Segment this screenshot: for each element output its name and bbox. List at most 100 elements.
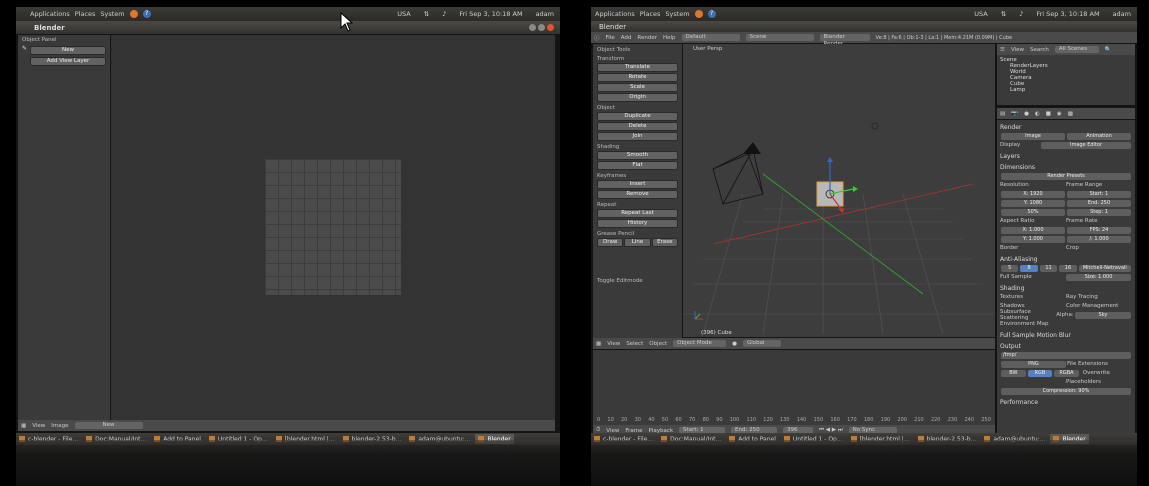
- editor-type-icon[interactable]: ▦: [21, 423, 26, 429]
- draw-button[interactable]: Draw: [597, 238, 624, 247]
- history-button[interactable]: History: [597, 219, 678, 228]
- output-section[interactable]: Output: [1000, 343, 1132, 350]
- toggle-editmode-label[interactable]: Toggle Editmode: [597, 278, 678, 284]
- help-icon[interactable]: ?: [142, 10, 151, 18]
- aa-sample-8[interactable]: 8: [1020, 264, 1038, 272]
- textures-checkbox[interactable]: Textures: [1000, 294, 1066, 300]
- texture-context-icon[interactable]: ▩: [1068, 111, 1073, 117]
- firefox-icon[interactable]: [694, 10, 703, 18]
- image-menu[interactable]: Image: [51, 423, 68, 429]
- help-menu[interactable]: Help: [663, 35, 676, 41]
- maximize-icon[interactable]: [538, 24, 545, 31]
- render-presets-selector[interactable]: Render Presets: [1001, 172, 1131, 180]
- user-menu[interactable]: adam: [1113, 10, 1131, 18]
- aa-sample-11[interactable]: 11: [1039, 264, 1058, 272]
- resolution-y-field[interactable]: Y: 1080: [1001, 199, 1065, 207]
- antialiasing-section[interactable]: Anti-Aliasing: [1000, 256, 1132, 263]
- info-editor-icon[interactable]: ⓘ: [594, 34, 600, 42]
- file-format-selector[interactable]: PNG: [1001, 360, 1066, 368]
- render-context-icon[interactable]: 📷: [1011, 111, 1018, 117]
- render-image-button[interactable]: Image: [1001, 132, 1065, 140]
- volume-icon[interactable]: ♪: [1019, 10, 1023, 18]
- scene-selector[interactable]: Scene: [745, 34, 814, 41]
- render-engine-selector[interactable]: Blender Render: [819, 34, 870, 47]
- add-menu[interactable]: Add: [621, 35, 632, 41]
- color-management-checkbox[interactable]: Color Management: [1066, 303, 1132, 309]
- user-menu[interactable]: adam: [536, 10, 554, 18]
- placeholders-checkbox[interactable]: Placeholders: [1066, 379, 1132, 385]
- pencil-icon[interactable]: ✎: [22, 45, 30, 56]
- scene-context-icon[interactable]: ●: [1024, 111, 1029, 117]
- object-menu[interactable]: Object: [649, 341, 667, 347]
- display-selector[interactable]: Image Editor: [1041, 141, 1131, 149]
- shading-mode-icon[interactable]: ●: [732, 341, 737, 347]
- performance-section[interactable]: Performance: [1000, 399, 1132, 406]
- view-menu[interactable]: View: [1011, 47, 1024, 53]
- world-context-icon[interactable]: ◐: [1035, 111, 1040, 117]
- frame-start-field[interactable]: Start: 1: [1067, 190, 1131, 198]
- minimize-icon[interactable]: [529, 24, 536, 31]
- rgba-button[interactable]: RGBA: [1054, 369, 1079, 377]
- help-icon[interactable]: ?: [707, 10, 716, 18]
- close-icon[interactable]: [547, 24, 554, 31]
- select-menu[interactable]: Select: [626, 341, 643, 347]
- view-menu[interactable]: View: [607, 341, 620, 347]
- search-icon[interactable]: 🔍: [1105, 47, 1112, 53]
- bw-button[interactable]: BW: [1001, 369, 1026, 377]
- window-titlebar[interactable]: Blender: [16, 21, 560, 34]
- view3d-editor-icon[interactable]: ▦: [596, 341, 601, 347]
- file-extensions-checkbox[interactable]: File Extensions: [1067, 361, 1132, 367]
- aa-filter-selector[interactable]: Mitchell-Netravali: [1078, 264, 1131, 272]
- object-tools-header[interactable]: Object Tools: [597, 47, 678, 53]
- fps-base-field[interactable]: /: 1.000: [1067, 235, 1131, 243]
- network-icon[interactable]: ⇅: [424, 10, 429, 18]
- smooth-button[interactable]: Smooth: [597, 151, 678, 160]
- orientation-selector[interactable]: Global: [742, 340, 781, 347]
- mode-selector[interactable]: Object Mode: [673, 340, 727, 347]
- aa-sample-5[interactable]: 5: [1001, 264, 1019, 272]
- layers-section[interactable]: Layers: [1000, 153, 1132, 160]
- material-context-icon[interactable]: ◉: [1057, 111, 1062, 117]
- alpha-selector[interactable]: Sky: [1074, 311, 1131, 319]
- system-menu[interactable]: System: [100, 10, 124, 18]
- insert-keyframe-button[interactable]: Insert: [597, 180, 678, 189]
- join-button[interactable]: Join: [597, 132, 678, 141]
- add-view-layer-button[interactable]: Add View Layer: [30, 57, 106, 66]
- resolution-percentage-field[interactable]: 50%: [1001, 208, 1065, 216]
- search-menu[interactable]: Search: [1030, 47, 1049, 53]
- aa-size-field[interactable]: Size: 1.000: [1066, 273, 1131, 281]
- erase-button[interactable]: Erase: [651, 238, 678, 247]
- file-menu[interactable]: File: [606, 35, 615, 41]
- render-menu[interactable]: Render: [637, 35, 657, 41]
- clock[interactable]: Fri Sep 3, 10:18 AM: [1036, 10, 1099, 18]
- ray-tracing-checkbox[interactable]: Ray Tracing: [1066, 294, 1132, 300]
- outliner-editor-icon[interactable]: ☰: [1000, 47, 1005, 53]
- clock[interactable]: Fri Sep 3, 10:18 AM: [459, 10, 522, 18]
- view-menu[interactable]: View: [32, 423, 45, 429]
- translate-button[interactable]: Translate: [597, 63, 678, 72]
- frame-step-field[interactable]: Step: 1: [1067, 208, 1131, 216]
- 3d-viewport[interactable]: User Persp (396) Cube: [683, 44, 995, 337]
- remove-keyframe-button[interactable]: Remove: [597, 190, 678, 199]
- timeline-area[interactable]: 0 10 20 30 40 50 60 70 80 90 100 110 120 130 14…: [593, 350, 995, 425]
- panel-header[interactable]: Object Panel: [22, 37, 106, 43]
- scale-button[interactable]: Scale: [597, 83, 678, 92]
- places-menu[interactable]: Places: [75, 10, 96, 18]
- applications-menu[interactable]: Applications: [30, 10, 70, 18]
- full-sample-checkbox[interactable]: Full Sample: [1000, 274, 1065, 280]
- delete-button[interactable]: Delete: [597, 122, 678, 131]
- window-titlebar[interactable]: Blender: [591, 21, 1137, 32]
- properties-editor-icon[interactable]: ▤: [1000, 111, 1005, 117]
- shading-section[interactable]: Shading: [1000, 285, 1132, 292]
- applications-menu[interactable]: Applications: [595, 10, 635, 18]
- firefox-icon[interactable]: [129, 10, 138, 18]
- all-scenes-selector[interactable]: All Scenes: [1054, 46, 1099, 53]
- volume-icon[interactable]: ♪: [442, 10, 446, 18]
- rgb-button[interactable]: RGB: [1027, 369, 1053, 377]
- aspect-y-field[interactable]: Y: 1.000: [1001, 235, 1065, 243]
- rotate-button[interactable]: Rotate: [597, 73, 678, 82]
- layout-selector[interactable]: Default: [681, 34, 740, 41]
- duplicate-button[interactable]: Duplicate: [597, 112, 678, 121]
- crop-checkbox[interactable]: Crop: [1066, 245, 1132, 251]
- resolution-x-field[interactable]: X: 1920: [1001, 190, 1065, 198]
